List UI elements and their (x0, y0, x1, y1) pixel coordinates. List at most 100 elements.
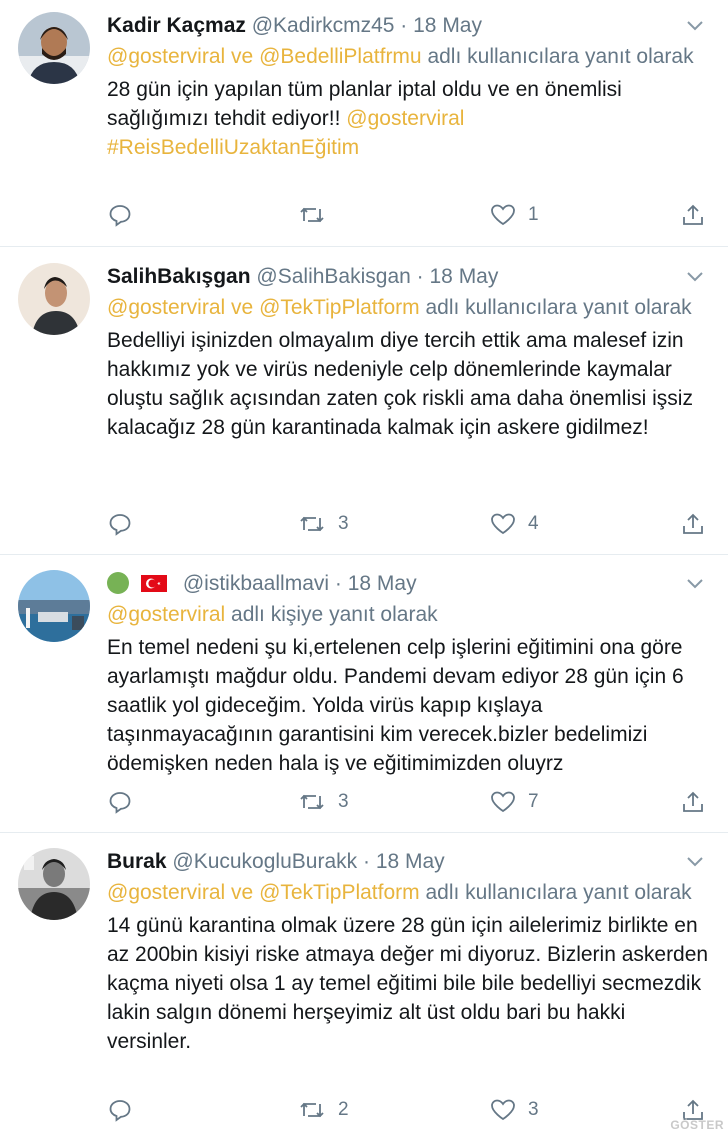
tweet-text: En temel nedeni şu ki,ertelenen celp işl… (107, 636, 684, 775)
tweet[interactable]: Burak @KucukogluBurakk · 18 May @gosterv… (0, 833, 728, 1138)
tweet-text: Bedelliyi işinizden olmayalım diye terci… (107, 329, 693, 439)
mention-conjunction: ve (231, 296, 254, 319)
share-button[interactable] (681, 509, 705, 539)
mention-conjunction: ve (231, 881, 254, 904)
retweet-count: 3 (338, 513, 349, 534)
like-icon (490, 203, 516, 227)
reply-icon (108, 512, 132, 536)
retweet-icon (298, 512, 326, 536)
tweet[interactable]: SalihBakışgan @SalihBakisgan · 18 May @g… (0, 247, 728, 555)
reply-button[interactable] (108, 787, 144, 817)
display-name[interactable]: Burak (107, 850, 167, 873)
reply-context-suffix: adlı kullanıcılara yanıt olarak (425, 881, 692, 904)
like-button[interactable]: 4 (490, 509, 539, 539)
share-icon (681, 203, 705, 227)
retweet-icon (298, 790, 326, 814)
caret-down-icon[interactable] (684, 11, 706, 41)
like-count: 7 (528, 791, 539, 812)
caret-down-icon[interactable] (684, 569, 706, 599)
tweet-actions: 1 (0, 200, 728, 230)
mention-link[interactable]: @gosterviral (107, 45, 225, 68)
reply-button[interactable] (108, 200, 144, 230)
tweet-header: SalihBakışgan @SalihBakisgan · 18 May (107, 262, 710, 292)
mention-link[interactable]: @gosterviral (107, 881, 225, 904)
tweet[interactable]: Kadir Kaçmaz @Kadirkcmz45 · 18 May @gost… (0, 0, 728, 247)
avatar[interactable] (18, 570, 90, 642)
tweet-date[interactable]: 18 May (413, 14, 482, 37)
retweet-button[interactable]: 3 (298, 787, 349, 817)
retweet-button[interactable]: 3 (298, 509, 349, 539)
mention-conjunction: ve (231, 45, 254, 68)
reply-context: @gosterviral ve @BedelliPlatfrmu adlı ku… (107, 42, 710, 71)
mention-link[interactable]: @BedelliPlatfrmu (259, 45, 422, 68)
tweet-date[interactable]: 18 May (376, 850, 445, 873)
turkey-flag-icon (141, 575, 167, 592)
retweet-icon (298, 203, 326, 227)
mention-link[interactable]: @TekTipPlatform (259, 881, 420, 904)
separator: · (362, 850, 370, 873)
user-handle[interactable]: @SalihBakisgan (256, 265, 410, 288)
like-count: 1 (528, 204, 539, 225)
caret-down-icon[interactable] (684, 847, 706, 877)
tweet-actions: 3 7 (0, 787, 728, 817)
retweet-icon (298, 1098, 326, 1122)
like-icon (490, 790, 516, 814)
tweet[interactable]: @istikbaallmavi · 18 May @gosterviral ad… (0, 555, 728, 833)
separator: · (416, 265, 424, 288)
user-handle[interactable]: @KucukogluBurakk (172, 850, 357, 873)
tweet-text: 28 gün için yapılan tüm planlar iptal ol… (107, 75, 707, 162)
mention-link[interactable]: @gosterviral (107, 603, 225, 626)
reply-icon (108, 790, 132, 814)
tweet-header: Kadir Kaçmaz @Kadirkcmz45 · 18 May (107, 11, 710, 41)
green-circle-icon (107, 572, 129, 594)
tweet-actions: 2 3 (0, 1095, 728, 1125)
like-count: 4 (528, 513, 539, 534)
reply-context: @gosterviral adlı kişiye yanıt olarak (107, 600, 710, 629)
retweet-button[interactable]: 2 (298, 1095, 349, 1125)
display-name[interactable]: Kadir Kaçmaz (107, 14, 246, 37)
like-count: 3 (528, 1099, 539, 1120)
watermark-logo: GÖSTER (670, 1118, 724, 1132)
reply-button[interactable] (108, 509, 144, 539)
like-icon (490, 512, 516, 536)
retweet-count: 2 (338, 1099, 349, 1120)
caret-down-icon[interactable] (684, 262, 706, 292)
separator: · (334, 572, 342, 595)
tweet-text: 14 günü karantina olmak üzere 28 gün içi… (107, 914, 709, 1053)
share-button[interactable] (681, 787, 705, 817)
tweet-header: Burak @KucukogluBurakk · 18 May (107, 847, 710, 877)
reply-context: @gosterviral ve @TekTipPlatform adlı kul… (107, 878, 710, 907)
retweet-count: 3 (338, 791, 349, 812)
reply-context-suffix: adlı kişiye yanıt olarak (231, 603, 438, 626)
mention-link[interactable]: @gosterviral (107, 296, 225, 319)
reply-context-suffix: adlı kullanıcılara yanıt olarak (425, 296, 692, 319)
tweet-header: @istikbaallmavi · 18 May (107, 569, 710, 599)
mention-link[interactable]: @TekTipPlatform (259, 296, 420, 319)
reply-icon (108, 1098, 132, 1122)
reply-icon (108, 203, 132, 227)
avatar[interactable] (18, 12, 90, 84)
avatar[interactable] (18, 263, 90, 335)
like-button[interactable]: 1 (490, 200, 539, 230)
reply-context: @gosterviral ve @TekTipPlatform adlı kul… (107, 293, 710, 322)
share-button[interactable] (681, 200, 705, 230)
user-handle[interactable]: @Kadirkcmz45 (252, 14, 395, 37)
mention-link[interactable]: @gosterviral (346, 107, 464, 130)
retweet-button[interactable] (298, 200, 338, 230)
like-button[interactable]: 3 (490, 1095, 539, 1125)
tweet-date[interactable]: 18 May (430, 265, 499, 288)
display-name[interactable]: SalihBakışgan (107, 265, 251, 288)
hashtag-link[interactable]: #ReisBedelliUzaktanEğitim (107, 136, 359, 159)
avatar[interactable] (18, 848, 90, 920)
reply-context-suffix: adlı kullanıcılara yanıt olarak (427, 45, 694, 68)
like-icon (490, 1098, 516, 1122)
tweet-actions: 3 4 (0, 509, 728, 539)
reply-button[interactable] (108, 1095, 144, 1125)
share-icon (681, 790, 705, 814)
like-button[interactable]: 7 (490, 787, 539, 817)
separator: · (400, 14, 408, 37)
tweet-date[interactable]: 18 May (348, 572, 417, 595)
user-handle[interactable]: @istikbaallmavi (183, 572, 329, 595)
tweet-feed: Kadir Kaçmaz @Kadirkcmz45 · 18 May @gost… (0, 0, 728, 1138)
share-icon (681, 512, 705, 536)
